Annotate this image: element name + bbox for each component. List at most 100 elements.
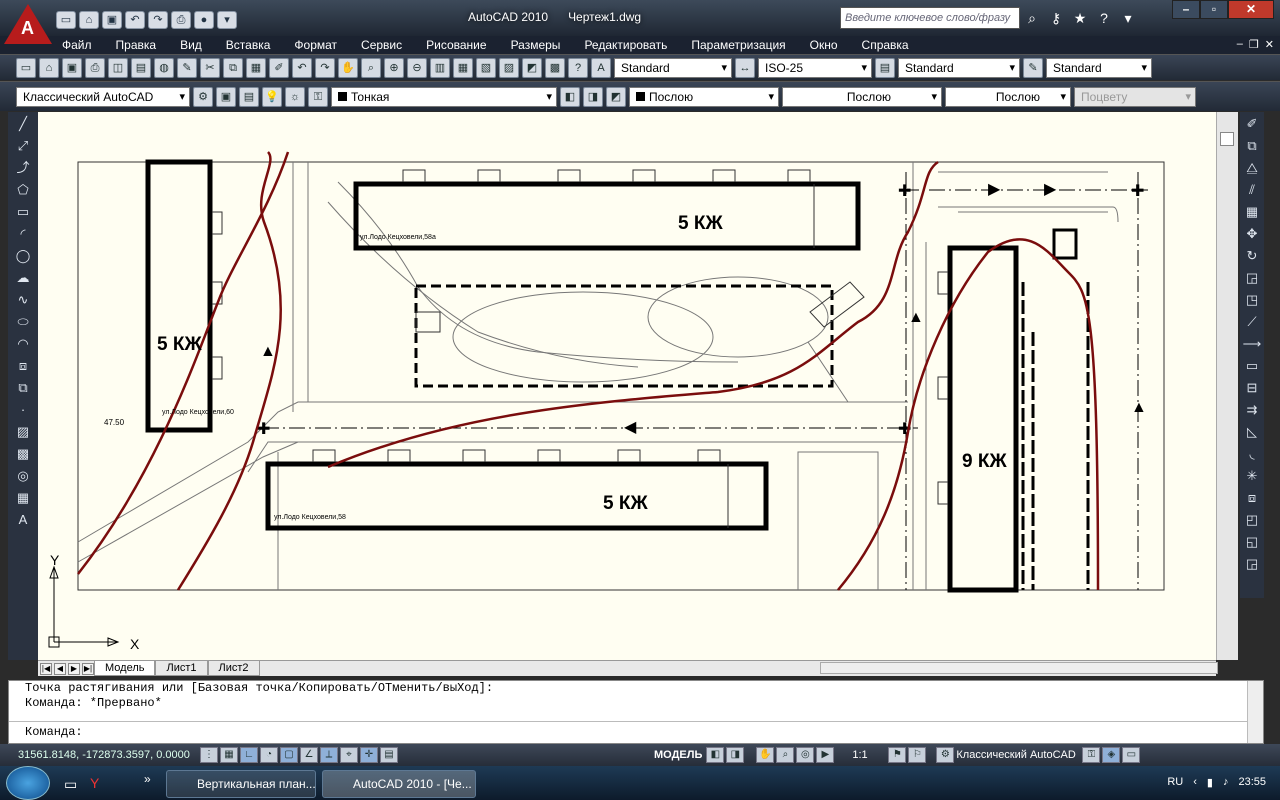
text-style-select[interactable]: Standard xyxy=(614,57,732,78)
preview-icon[interactable]: ◫ xyxy=(108,57,128,78)
offset-icon[interactable]: ⫽ xyxy=(1242,180,1262,200)
etransmit-icon[interactable]: ✎ xyxy=(177,57,197,78)
gear-icon[interactable]: ⚙ xyxy=(193,86,213,107)
point-icon[interactable]: · xyxy=(13,400,33,420)
chevron-double-icon[interactable]: » xyxy=(144,772,151,786)
auto-scale-icon[interactable]: ⚐ xyxy=(908,747,927,763)
rotate-icon[interactable]: ↻ xyxy=(1242,246,1262,266)
language-indicator[interactable]: RU xyxy=(1167,776,1183,789)
send-back-icon[interactable]: ◱ xyxy=(1242,532,1262,552)
start-button[interactable] xyxy=(6,766,50,800)
ellipse-arc-icon[interactable]: ◠ xyxy=(13,334,33,354)
polygon-icon[interactable]: ⬠ xyxy=(13,180,33,200)
pan-icon[interactable]: ✋ xyxy=(338,57,358,78)
tab-sheet1[interactable]: Лист1 xyxy=(155,661,208,676)
zoom-previous-icon[interactable]: ⊖ xyxy=(407,57,427,78)
isolate-icon[interactable]: ◈ xyxy=(1102,747,1121,763)
undo-icon[interactable]: ↶ xyxy=(292,57,312,78)
horizontal-scrollbar[interactable] xyxy=(820,662,1218,674)
plotstyle-select[interactable]: Поцвету xyxy=(1074,86,1196,107)
above-objects-icon[interactable]: ◲ xyxy=(1242,554,1262,574)
otrack-toggle[interactable]: ∠ xyxy=(300,747,318,763)
help-icon[interactable]: ? xyxy=(568,57,588,78)
menu-tools[interactable]: Сервис xyxy=(349,38,414,52)
zoom-icon[interactable]: ⌕ xyxy=(776,747,795,763)
menu-dimension[interactable]: Размеры xyxy=(499,38,573,52)
save-icon[interactable]: ▣ xyxy=(62,57,82,78)
copy-object-icon[interactable]: ⧉ xyxy=(1242,136,1262,156)
markup-icon[interactable]: ◩ xyxy=(522,57,542,78)
yandex-icon[interactable]: Y xyxy=(90,775,99,791)
menu-modify[interactable]: Редактировать xyxy=(572,38,679,52)
redo-icon[interactable]: ↷ xyxy=(148,11,168,29)
workspace-select[interactable]: Классический AutoCAD xyxy=(16,86,190,107)
model-space-toggle[interactable]: МОДЕЛЬ xyxy=(650,749,706,761)
first-tab-icon[interactable]: |◀ xyxy=(40,662,52,675)
close-button[interactable]: ✕ xyxy=(1228,0,1274,19)
sphere-icon[interactable]: ● xyxy=(194,11,214,29)
gear-icon[interactable]: ⚙ xyxy=(936,747,955,763)
open-file-icon[interactable]: ⌂ xyxy=(79,11,99,29)
multileader-style-icon[interactable]: ✎ xyxy=(1023,57,1043,78)
match-properties-icon[interactable]: ✐ xyxy=(269,57,289,78)
break-at-point-icon[interactable]: ▭ xyxy=(1242,356,1262,376)
annotation-scale[interactable]: 1:1 xyxy=(852,749,888,761)
lightbulb-icon[interactable]: 💡 xyxy=(262,86,282,107)
dyn-toggle[interactable]: ⌖ xyxy=(340,747,358,763)
grid-toggle[interactable]: ▦ xyxy=(220,747,238,763)
ellipse-icon[interactable]: ⬭ xyxy=(13,312,33,332)
table-icon[interactable]: ▦ xyxy=(13,488,33,508)
doc-minimize-button[interactable]: – xyxy=(1237,38,1243,51)
menu-file[interactable]: Файл xyxy=(50,38,104,52)
show-desktop-icon[interactable]: ▭ xyxy=(64,776,77,793)
layer-states-icon[interactable]: ◩ xyxy=(606,86,626,107)
extend-icon[interactable]: ⟶ xyxy=(1242,334,1262,354)
bring-front-icon[interactable]: ◰ xyxy=(1242,510,1262,530)
chevron-down-icon[interactable]: ▾ xyxy=(1118,8,1138,28)
array-icon[interactable]: ▦ xyxy=(1242,202,1262,222)
construction-line-icon[interactable]: ⤢ xyxy=(13,136,33,156)
dim-style-select[interactable]: ISO-25 xyxy=(758,57,872,78)
osnap-toggle[interactable]: ▢ xyxy=(280,747,298,763)
menu-parametric[interactable]: Параметризация xyxy=(679,38,797,52)
design-center-icon[interactable]: ▦ xyxy=(453,57,473,78)
layer-previous-icon[interactable]: ◨ xyxy=(583,86,603,107)
command-scrollbar[interactable] xyxy=(1247,681,1263,743)
sun-icon[interactable]: ☼ xyxy=(285,86,305,107)
dim-style-icon[interactable]: ↔ xyxy=(735,57,755,78)
quick-view-layouts-icon[interactable]: ◧ xyxy=(706,747,725,763)
scale-icon[interactable]: ◲ xyxy=(1242,268,1262,288)
pan-icon[interactable]: ✋ xyxy=(756,747,775,763)
linetype-select[interactable]: Послою xyxy=(782,86,942,107)
color-select[interactable]: Послою xyxy=(629,86,779,107)
break-icon[interactable]: ⊟ xyxy=(1242,378,1262,398)
help-icon[interactable]: ? xyxy=(1094,8,1114,28)
calculator-icon[interactable]: ▩ xyxy=(545,57,565,78)
ortho-toggle[interactable]: ∟ xyxy=(240,747,258,763)
menu-view[interactable]: Вид xyxy=(168,38,214,52)
erase-icon[interactable]: ✐ xyxy=(1242,114,1262,134)
minimize-button[interactable]: – xyxy=(1172,0,1200,19)
open-icon[interactable]: ⌂ xyxy=(39,57,59,78)
lock-icon[interactable]: ⚿ xyxy=(308,86,328,107)
zoom-window-icon[interactable]: ⊕ xyxy=(384,57,404,78)
cut-icon[interactable]: ✂ xyxy=(200,57,220,78)
menu-window[interactable]: Окно xyxy=(798,38,850,52)
workspace-save-icon[interactable]: ▣ xyxy=(216,86,236,107)
snap-toggle[interactable]: ⋮ xyxy=(200,747,218,763)
next-tab-icon[interactable]: ▶ xyxy=(68,662,80,675)
multileader-style-select[interactable]: Standard xyxy=(1046,57,1152,78)
gradient-icon[interactable]: ▩ xyxy=(13,444,33,464)
insert-block-icon[interactable]: ⧈ xyxy=(13,356,33,376)
circle-icon[interactable]: ◯ xyxy=(13,246,33,266)
steering-wheel-icon[interactable]: ◎ xyxy=(796,747,815,763)
hatch-icon[interactable]: ▨ xyxy=(13,422,33,442)
quick-view-drawings-icon[interactable]: ◨ xyxy=(726,747,745,763)
region-icon[interactable]: ◎ xyxy=(13,466,33,486)
showmotion-icon[interactable]: ▶ xyxy=(816,747,835,763)
layer-manager-icon[interactable]: ▤ xyxy=(239,86,259,107)
chevron-left-icon[interactable]: ‹ xyxy=(1193,776,1197,789)
clean-screen-icon[interactable]: ▭ xyxy=(1122,747,1141,763)
menu-help[interactable]: Справка xyxy=(850,38,921,52)
line-icon[interactable]: ╱ xyxy=(13,114,33,134)
